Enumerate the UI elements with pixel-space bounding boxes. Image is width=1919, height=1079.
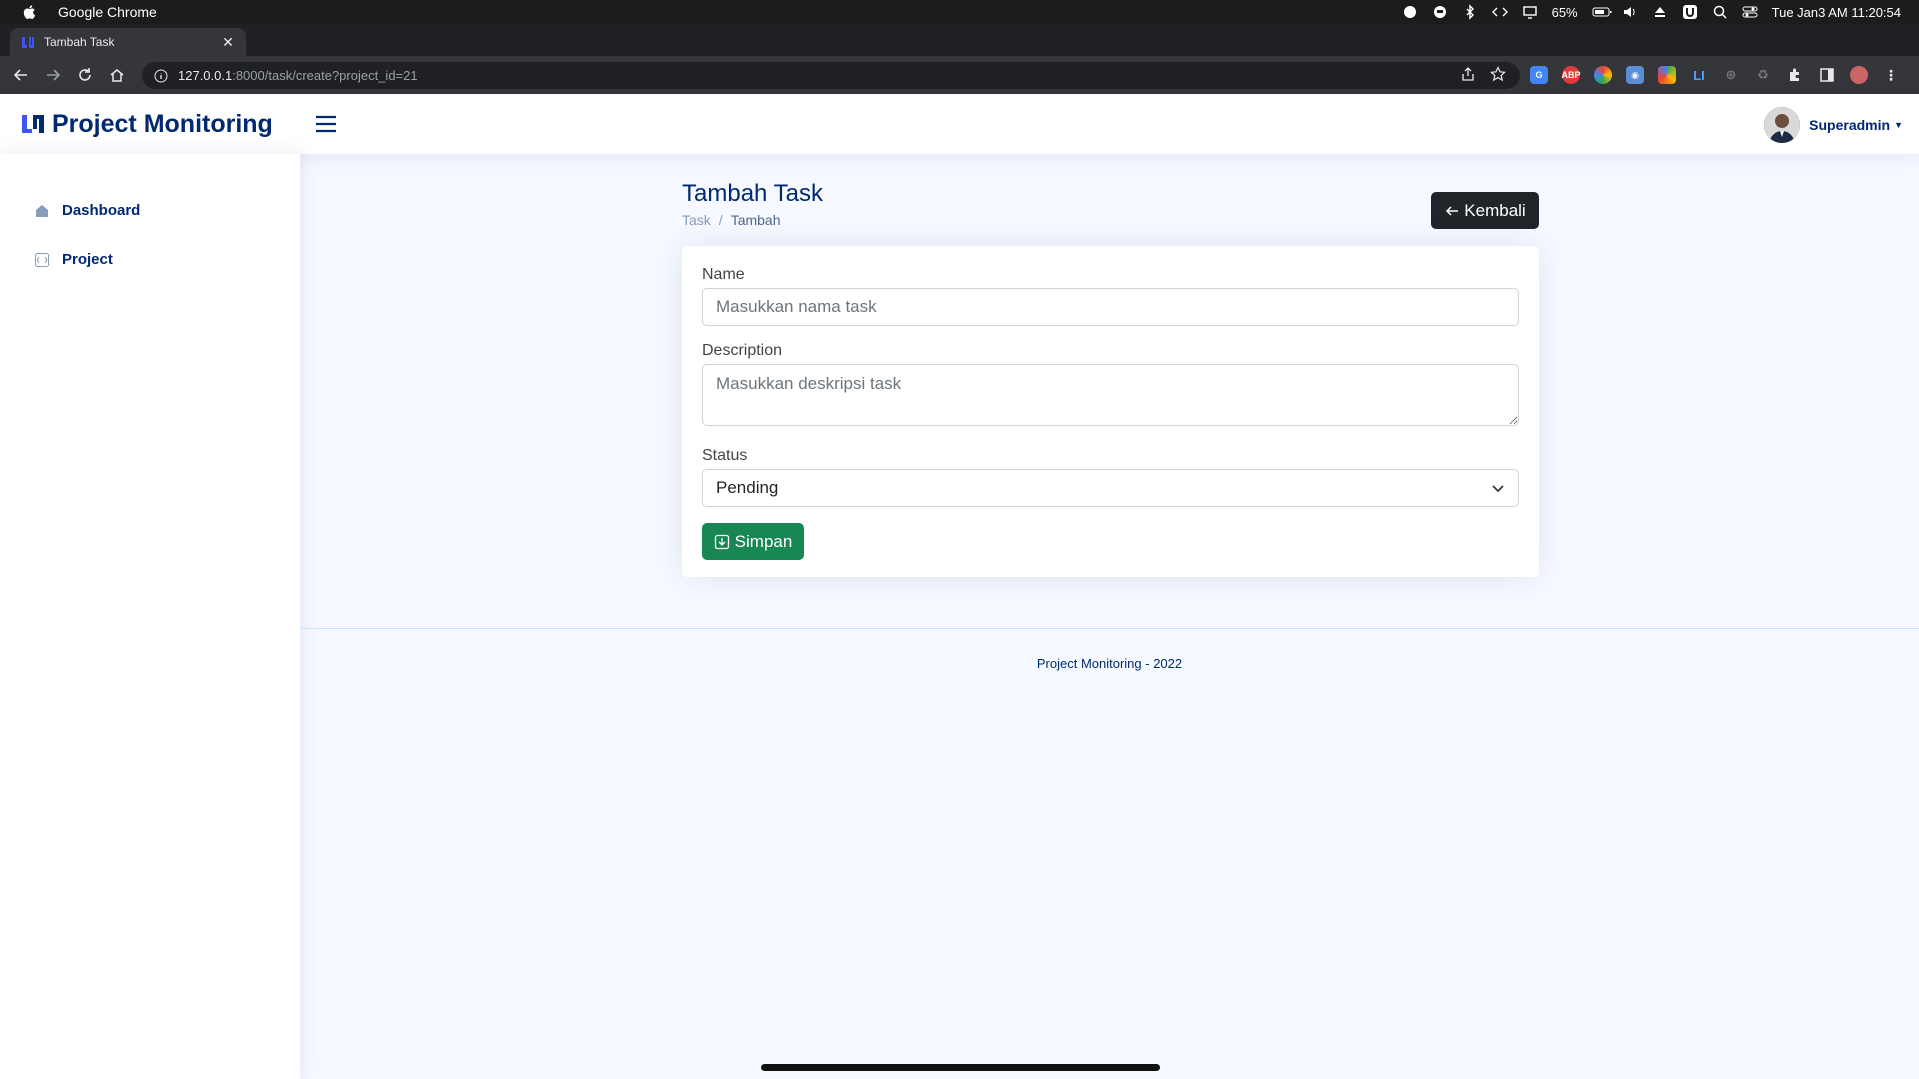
status-icons: 65% Tue Jan3 AM 11:20:54 <box>1402 0 1901 24</box>
browser-toolbar: 127.0.0.1:8000/task/create?project_id=21… <box>0 56 1919 94</box>
spotlight-search-icon[interactable] <box>1712 4 1728 20</box>
url-host: 127.0.0.1 <box>178 68 233 83</box>
sidebar-item-project[interactable]: Project <box>0 235 300 284</box>
bluetooth-icon[interactable] <box>1462 4 1478 20</box>
color-extension-icon[interactable] <box>1594 66 1612 84</box>
app-header: Project Monitoring Superadmin ▼ <box>0 94 1919 154</box>
volume-icon[interactable] <box>1622 4 1638 20</box>
status-selected-value: Pending <box>716 478 779 497</box>
save-button[interactable]: Simpan <box>702 523 804 560</box>
site-favicon-icon <box>22 37 34 48</box>
back-button-label: Kembali <box>1464 200 1526 220</box>
active-app-name[interactable]: Google Chrome <box>58 4 157 20</box>
sidebar-item-dashboard[interactable]: Dashboard <box>0 186 300 235</box>
system-menu-bar: Google Chrome 65% Tue Jan3 AM 11:20:54 <box>0 0 1919 24</box>
translate-extension-icon[interactable]: G <box>1530 66 1548 84</box>
footer-text: Project Monitoring - 2022 <box>1036 656 1183 671</box>
name-input[interactable] <box>702 288 1519 326</box>
footer-divider <box>300 628 1919 629</box>
control-center-icon[interactable] <box>1742 4 1758 20</box>
tab-title: Tambah Task <box>44 35 115 49</box>
status-label: Status <box>702 447 748 464</box>
description-group: Description <box>702 342 1519 431</box>
sidebar-item-label: Project <box>62 251 113 268</box>
reload-icon[interactable] <box>74 64 96 86</box>
url-path: :8000/task/create?project_id=21 <box>232 68 418 83</box>
project-icon <box>35 252 49 267</box>
extensions-bar: G ABP ◉ LI ⊕ ♻ ⋮ <box>1530 56 1900 94</box>
battery-percent: 65% <box>1551 4 1578 20</box>
profile-name: Superadmin <box>1809 117 1891 133</box>
name-group: Name <box>702 266 1519 326</box>
home-indicator <box>761 1064 1160 1071</box>
logo[interactable]: Project Monitoring <box>20 110 273 139</box>
arrow-left-icon <box>1446 205 1459 216</box>
recycle-extension-icon[interactable]: ♻ <box>1754 66 1772 84</box>
browser-tab-strip: Tambah Task ✕ + <box>0 24 1919 74</box>
logo-mark-icon <box>22 115 44 133</box>
address-bar[interactable]: 127.0.0.1:8000/task/create?project_id=21 <box>142 62 1520 89</box>
back-button[interactable]: Kembali <box>1431 192 1539 229</box>
download-save-icon <box>714 534 729 549</box>
site-extension-icon[interactable]: LI <box>1690 66 1708 84</box>
ublock-icon[interactable] <box>1682 4 1698 20</box>
status-select[interactable]: Pending <box>702 469 1519 507</box>
tab-close-icon[interactable]: ✕ <box>220 34 236 50</box>
home-icon[interactable] <box>106 64 128 86</box>
grid-icon <box>36 204 48 217</box>
adblock-extension-icon[interactable]: ABP <box>1562 66 1581 84</box>
back-arrow-icon[interactable] <box>10 64 32 86</box>
puzzle-extensions-icon[interactable] <box>1786 66 1804 84</box>
name-label: Name <box>702 266 745 283</box>
status-group: Status Pending <box>702 447 1519 507</box>
share-icon[interactable] <box>1460 66 1476 85</box>
clock[interactable]: Tue Jan3 AM 11:20:54 <box>1772 5 1901 20</box>
breadcrumb: Task / Tambah <box>682 212 781 228</box>
avatar <box>1764 107 1801 143</box>
messenger-icon[interactable] <box>1432 4 1448 20</box>
sidebar-item-label: Dashboard <box>62 202 141 219</box>
chevron-down-icon <box>1492 485 1504 493</box>
battery-icon[interactable] <box>1592 4 1612 20</box>
omnibox-actions <box>1460 62 1506 89</box>
apple-icon[interactable] <box>22 4 38 20</box>
logo-text: Project Monitoring <box>52 109 273 138</box>
task-form-card: Name Description Status Pending Simpan <box>682 246 1539 577</box>
palette-extension-icon[interactable] <box>1658 66 1676 84</box>
display-icon[interactable] <box>1522 4 1538 20</box>
sidebar: Dashboard Project <box>0 154 300 1079</box>
breadcrumb-separator: / <box>718 212 723 228</box>
save-button-label: Simpan <box>734 531 793 551</box>
profile-avatar-icon[interactable] <box>1850 66 1868 84</box>
screenshot-extension-icon[interactable]: ◉ <box>1626 66 1644 84</box>
caret-down-icon: ▼ <box>1894 120 1903 130</box>
description-textarea[interactable] <box>702 364 1519 426</box>
hamburger-menu-icon[interactable] <box>314 112 338 136</box>
browser-tab-active[interactable]: Tambah Task ✕ <box>10 28 246 56</box>
breadcrumb-task[interactable]: Task <box>682 212 711 228</box>
page-title: Tambah Task <box>682 180 823 207</box>
eject-icon[interactable] <box>1652 4 1668 20</box>
site-info-icon[interactable] <box>154 69 168 83</box>
profile-dropdown[interactable]: Superadmin ▼ <box>1764 107 1903 143</box>
side-panel-icon[interactable] <box>1818 66 1836 84</box>
disabled-extension-icon[interactable]: ⊕ <box>1722 66 1740 84</box>
chrome-menu-icon[interactable]: ⋮ <box>1882 66 1900 84</box>
description-label: Description <box>702 342 783 359</box>
code-icon[interactable] <box>1491 4 1508 20</box>
forward-arrow-icon[interactable] <box>42 64 64 86</box>
cloud-icon[interactable] <box>1402 4 1418 20</box>
bookmark-star-icon[interactable] <box>1490 66 1506 85</box>
breadcrumb-current: Tambah <box>730 212 781 228</box>
